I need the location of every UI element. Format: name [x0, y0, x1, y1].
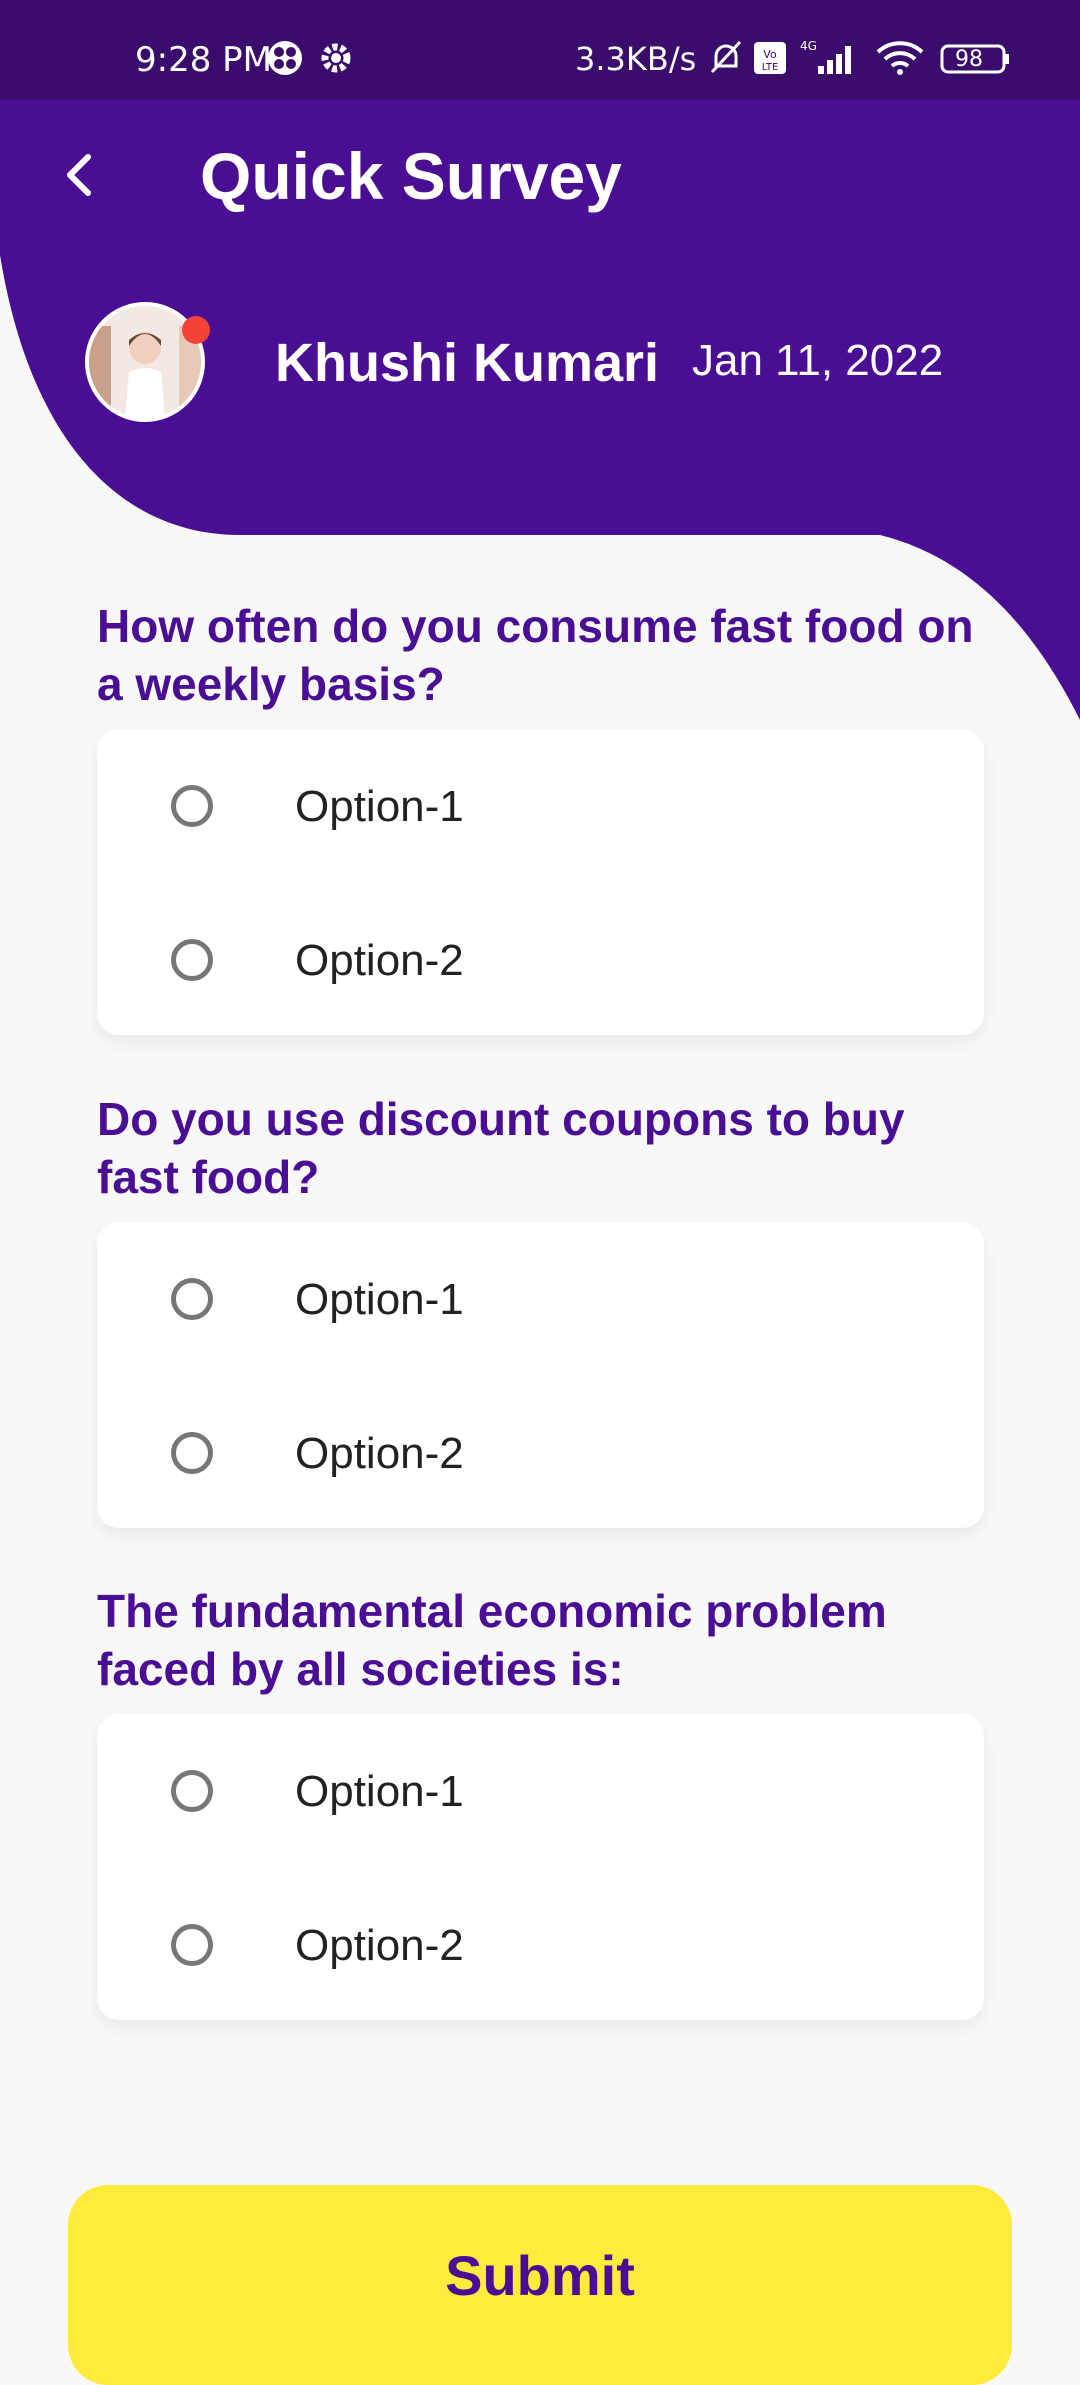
svg-text:LTE: LTE	[762, 62, 779, 73]
question-1-option-1[interactable]: Option-1	[97, 755, 984, 865]
user-name: Khushi Kumari	[275, 333, 660, 393]
settings-gear-icon	[316, 38, 356, 83]
radio-button-icon[interactable]	[171, 939, 213, 981]
volte-icon: Vo LTE	[752, 38, 788, 83]
app-notification-icon	[265, 38, 305, 83]
question-1-text: How often do you consume fast food on a …	[97, 600, 974, 710]
question-1-option-2[interactable]: Option-2	[97, 909, 984, 1019]
radio-button-icon[interactable]	[171, 1770, 213, 1812]
svg-text:4G: 4G	[800, 39, 817, 53]
question-3-text: The fundamental economic problem faced b…	[97, 1585, 887, 1695]
question-3-option-1[interactable]: Option-1	[97, 1740, 984, 1850]
question-2-option-2[interactable]: Option-2	[97, 1402, 984, 1512]
question-2-option-1[interactable]: Option-1	[97, 1248, 984, 1358]
question-3-options-card: Option-1 Option-2	[97, 1714, 984, 2020]
chevron-left-icon	[67, 154, 91, 196]
radio-button-icon[interactable]	[171, 1432, 213, 1474]
survey-date: Jan 11, 2022	[692, 336, 944, 385]
option-label: Option-2	[295, 1921, 464, 1970]
option-label: Option-1	[295, 1275, 464, 1324]
option-label: Option-2	[295, 1429, 464, 1478]
radio-button-icon[interactable]	[171, 1278, 213, 1320]
option-label: Option-1	[295, 1767, 464, 1816]
submit-button[interactable]: Submit	[68, 2185, 1012, 2385]
question-2-text: Do you use discount coupons to buy fast …	[97, 1093, 905, 1203]
option-label: Option-1	[295, 782, 464, 831]
signal-4g-icon: 4G	[796, 38, 860, 83]
svg-text:Vo: Vo	[763, 48, 777, 61]
question-1-options-card: Option-1 Option-2	[97, 729, 984, 1035]
network-speed: 3.3KB/s	[575, 40, 697, 78]
status-time: 9:28 PM	[135, 40, 272, 80]
page-title: Quick Survey	[200, 139, 622, 213]
wifi-icon	[874, 38, 926, 83]
radio-button-icon[interactable]	[171, 1924, 213, 1966]
radio-button-icon[interactable]	[171, 785, 213, 827]
back-button[interactable]	[50, 145, 110, 205]
status-bar: 9:28 PM 3.3KB/s Vo LTE 4G 98	[0, 0, 1080, 100]
question-3-option-2[interactable]: Option-2	[97, 1894, 984, 2004]
option-label: Option-2	[295, 936, 464, 985]
battery-level: 98	[955, 47, 983, 72]
submit-button-label: Submit	[445, 2244, 635, 2307]
online-status-dot	[182, 316, 210, 344]
mute-bell-icon	[706, 38, 746, 83]
question-2-options-card: Option-1 Option-2	[97, 1222, 984, 1528]
